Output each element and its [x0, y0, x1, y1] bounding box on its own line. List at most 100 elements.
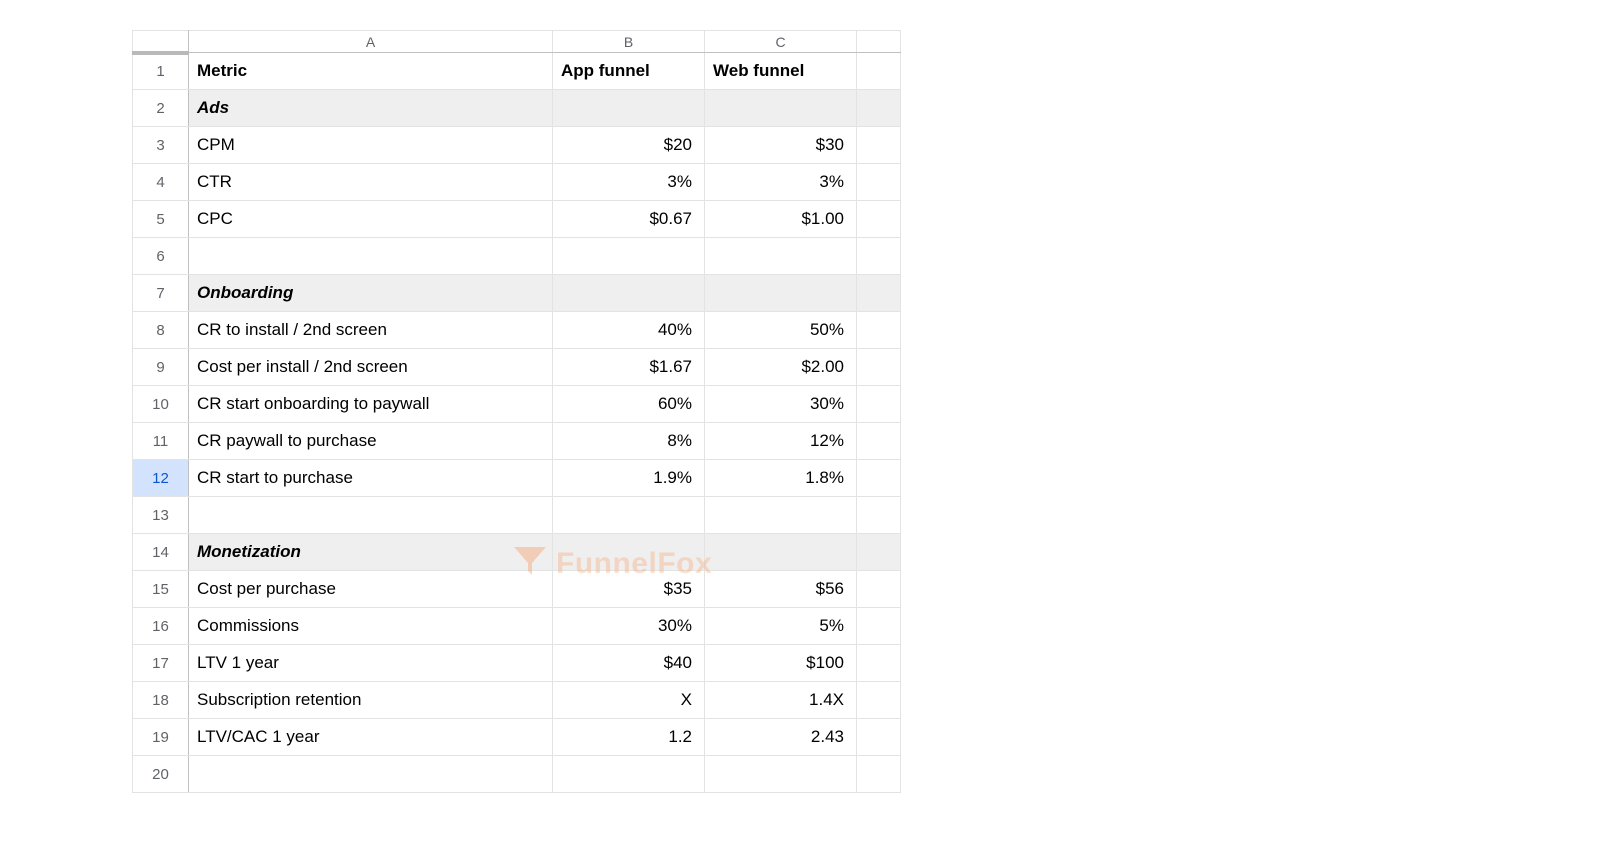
cell-C13[interactable]	[705, 497, 857, 534]
row-number-5[interactable]: 5	[133, 201, 189, 238]
cell-B1[interactable]: App funnel	[553, 53, 705, 90]
row-number-20[interactable]: 20	[133, 756, 189, 793]
cell-A20[interactable]	[189, 756, 553, 793]
cell-B8[interactable]: 40%	[553, 312, 705, 349]
cell-D7[interactable]	[857, 275, 901, 312]
cell-D16[interactable]	[857, 608, 901, 645]
column-header-C[interactable]: C	[705, 31, 857, 53]
cell-C11[interactable]: 12%	[705, 423, 857, 460]
row-number-17[interactable]: 17	[133, 645, 189, 682]
cell-A4[interactable]: CTR	[189, 164, 553, 201]
cell-D17[interactable]	[857, 645, 901, 682]
cell-B11[interactable]: 8%	[553, 423, 705, 460]
cell-B16[interactable]: 30%	[553, 608, 705, 645]
row-number-11[interactable]: 11	[133, 423, 189, 460]
cell-C20[interactable]	[705, 756, 857, 793]
cell-B7[interactable]	[553, 275, 705, 312]
cell-C9[interactable]: $2.00	[705, 349, 857, 386]
cell-A2[interactable]: Ads	[189, 90, 553, 127]
cell-D3[interactable]	[857, 127, 901, 164]
cell-C14[interactable]	[705, 534, 857, 571]
row-number-8[interactable]: 8	[133, 312, 189, 349]
cell-A13[interactable]	[189, 497, 553, 534]
select-all-corner[interactable]	[133, 31, 189, 53]
row-number-12[interactable]: 12	[133, 460, 189, 497]
row-number-6[interactable]: 6	[133, 238, 189, 275]
cell-D2[interactable]	[857, 90, 901, 127]
cell-C6[interactable]	[705, 238, 857, 275]
cell-D14[interactable]	[857, 534, 901, 571]
cell-C18[interactable]: 1.4X	[705, 682, 857, 719]
cell-A10[interactable]: CR start onboarding to paywall	[189, 386, 553, 423]
cell-A15[interactable]: Cost per purchase	[189, 571, 553, 608]
cell-D5[interactable]	[857, 201, 901, 238]
cell-B5[interactable]: $0.67	[553, 201, 705, 238]
cell-A14[interactable]: Monetization	[189, 534, 553, 571]
cell-C3[interactable]: $30	[705, 127, 857, 164]
cell-B2[interactable]	[553, 90, 705, 127]
cell-C4[interactable]: 3%	[705, 164, 857, 201]
cell-A1[interactable]: Metric	[189, 53, 553, 90]
cell-A16[interactable]: Commissions	[189, 608, 553, 645]
cell-D4[interactable]	[857, 164, 901, 201]
column-header-extra[interactable]	[857, 31, 901, 53]
row-number-14[interactable]: 14	[133, 534, 189, 571]
cell-A18[interactable]: Subscription retention	[189, 682, 553, 719]
row-number-10[interactable]: 10	[133, 386, 189, 423]
row-number-13[interactable]: 13	[133, 497, 189, 534]
cell-C1[interactable]: Web funnel	[705, 53, 857, 90]
cell-D15[interactable]	[857, 571, 901, 608]
row-number-18[interactable]: 18	[133, 682, 189, 719]
cell-C2[interactable]	[705, 90, 857, 127]
cell-A19[interactable]: LTV/CAC 1 year	[189, 719, 553, 756]
cell-D6[interactable]	[857, 238, 901, 275]
cell-A7[interactable]: Onboarding	[189, 275, 553, 312]
cell-C12[interactable]: 1.8%	[705, 460, 857, 497]
cell-D20[interactable]	[857, 756, 901, 793]
cell-C15[interactable]: $56	[705, 571, 857, 608]
cell-B9[interactable]: $1.67	[553, 349, 705, 386]
cell-D9[interactable]	[857, 349, 901, 386]
row-number-2[interactable]: 2	[133, 90, 189, 127]
row-number-3[interactable]: 3	[133, 127, 189, 164]
cell-D12[interactable]	[857, 460, 901, 497]
cell-B20[interactable]	[553, 756, 705, 793]
cell-A11[interactable]: CR paywall to purchase	[189, 423, 553, 460]
cell-A6[interactable]	[189, 238, 553, 275]
row-number-7[interactable]: 7	[133, 275, 189, 312]
cell-B14[interactable]	[553, 534, 705, 571]
row-number-16[interactable]: 16	[133, 608, 189, 645]
column-header-A[interactable]: A	[189, 31, 553, 53]
cell-B13[interactable]	[553, 497, 705, 534]
row-number-9[interactable]: 9	[133, 349, 189, 386]
cell-D8[interactable]	[857, 312, 901, 349]
row-number-19[interactable]: 19	[133, 719, 189, 756]
cell-C8[interactable]: 50%	[705, 312, 857, 349]
cell-C19[interactable]: 2.43	[705, 719, 857, 756]
cell-B10[interactable]: 60%	[553, 386, 705, 423]
cell-B3[interactable]: $20	[553, 127, 705, 164]
row-number-4[interactable]: 4	[133, 164, 189, 201]
cell-D19[interactable]	[857, 719, 901, 756]
cell-A5[interactable]: CPC	[189, 201, 553, 238]
row-number-15[interactable]: 15	[133, 571, 189, 608]
cell-C16[interactable]: 5%	[705, 608, 857, 645]
cell-B18[interactable]: X	[553, 682, 705, 719]
cell-B17[interactable]: $40	[553, 645, 705, 682]
cell-A8[interactable]: CR to install / 2nd screen	[189, 312, 553, 349]
cell-B4[interactable]: 3%	[553, 164, 705, 201]
cell-C10[interactable]: 30%	[705, 386, 857, 423]
cell-B12[interactable]: 1.9%	[553, 460, 705, 497]
cell-B6[interactable]	[553, 238, 705, 275]
cell-D11[interactable]	[857, 423, 901, 460]
cell-D13[interactable]	[857, 497, 901, 534]
cell-D1[interactable]	[857, 53, 901, 90]
cell-A3[interactable]: CPM	[189, 127, 553, 164]
cell-C5[interactable]: $1.00	[705, 201, 857, 238]
cell-A9[interactable]: Cost per install / 2nd screen	[189, 349, 553, 386]
cell-D10[interactable]	[857, 386, 901, 423]
cell-A17[interactable]: LTV 1 year	[189, 645, 553, 682]
cell-A12[interactable]: CR start to purchase	[189, 460, 553, 497]
cell-C17[interactable]: $100	[705, 645, 857, 682]
cell-C7[interactable]	[705, 275, 857, 312]
